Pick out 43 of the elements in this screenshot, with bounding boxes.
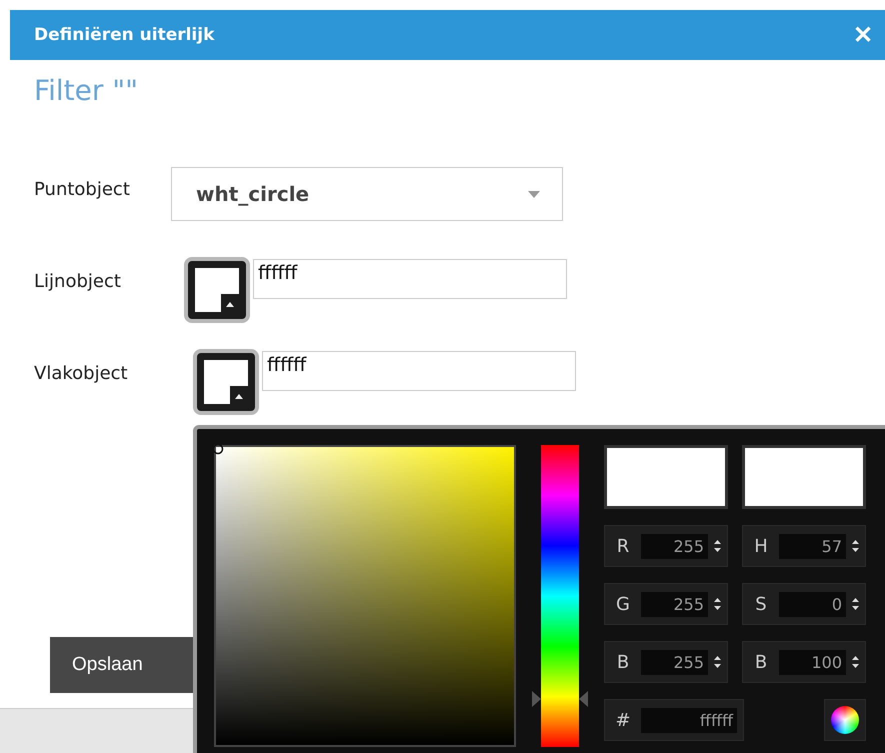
channel-value: 0	[779, 592, 846, 616]
channel-field[interactable]: B 100	[742, 641, 866, 683]
channel-value: 255	[641, 592, 708, 616]
channel-value: 100	[779, 650, 846, 674]
channel-label: B	[754, 652, 768, 672]
channel-label: H	[753, 536, 769, 556]
channel-field[interactable]: G 255	[604, 583, 728, 625]
symbol-select[interactable]: wht_circle	[171, 167, 563, 221]
spinner-icon[interactable]	[714, 540, 721, 552]
channel-field[interactable]: H 57	[742, 525, 866, 567]
spinner-icon[interactable]	[714, 656, 721, 668]
color-swatch[interactable]	[193, 349, 259, 415]
picker-marker-icon	[212, 443, 224, 455]
channel-field[interactable]: S 0	[742, 583, 866, 625]
filter-heading: Filter ""	[34, 74, 138, 107]
channel-label: R	[616, 536, 630, 556]
saturation-brightness-field[interactable]	[214, 445, 516, 747]
field-label: Puntobject	[34, 178, 131, 200]
hex-field[interactable]: # ffffff	[604, 699, 744, 741]
spinner-icon[interactable]	[852, 598, 859, 610]
color-input[interactable]: ffffff	[262, 351, 576, 391]
spinner-icon[interactable]	[714, 598, 721, 610]
field-label: Vlakobject	[34, 362, 129, 384]
hex-label: #	[614, 710, 632, 730]
dialog-title: Definiëren uiterlijk	[34, 25, 214, 45]
channel-value: 255	[641, 534, 708, 558]
spinner-icon[interactable]	[852, 656, 859, 668]
hex-value: ffffff	[641, 708, 737, 732]
channel-field[interactable]: R 255	[604, 525, 728, 567]
color-swatch[interactable]	[184, 257, 250, 323]
color-wheel-icon	[831, 706, 859, 734]
color-wheel-button[interactable]	[824, 699, 866, 741]
channel-label: G	[615, 594, 631, 614]
channel-label: S	[754, 594, 768, 614]
color-input[interactable]: ffffff	[253, 259, 567, 299]
field-label: Lijnobject	[34, 270, 122, 292]
channel-value: 57	[779, 534, 846, 558]
channel-label: B	[616, 652, 630, 672]
channel-value: 255	[641, 650, 708, 674]
spinner-icon[interactable]	[852, 540, 859, 552]
save-button[interactable]: Opslaan	[50, 637, 195, 693]
caret-icon	[528, 190, 540, 198]
channel-field[interactable]: B 255	[604, 641, 728, 683]
